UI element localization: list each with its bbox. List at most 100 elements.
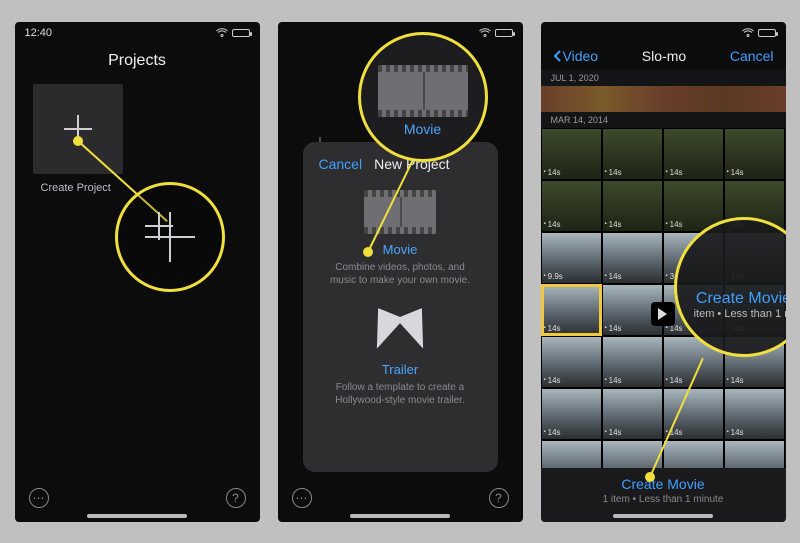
clip-thumb[interactable]: ▪14s bbox=[663, 180, 724, 232]
clip-duration: ▪14s bbox=[666, 220, 683, 229]
clip-strip[interactable] bbox=[541, 86, 786, 112]
video-icon: ▪ bbox=[544, 169, 546, 175]
clip-thumb[interactable]: ▪14s bbox=[541, 180, 602, 232]
clip-duration: ▪14s bbox=[544, 428, 561, 437]
clip-thumb[interactable]: ▪14s bbox=[602, 232, 663, 284]
question-icon: ? bbox=[495, 491, 502, 505]
wifi-icon bbox=[216, 28, 228, 37]
clip-duration: ▪14s bbox=[727, 324, 744, 333]
clip-thumb[interactable]: ▪14s bbox=[663, 388, 724, 440]
clip-grid: ▪14s▪14s▪14s▪14s▪14s▪14s▪14s▪14s▪9.9s▪14… bbox=[541, 128, 786, 492]
clip-thumb[interactable]: ▪3s bbox=[663, 232, 724, 284]
battery-icon bbox=[495, 29, 513, 37]
trailer-option[interactable]: Trailer Follow a template to create a Ho… bbox=[319, 310, 482, 408]
play-icon[interactable] bbox=[651, 302, 675, 326]
video-icon: ▪ bbox=[605, 273, 607, 279]
movie-callout-label: Movie bbox=[361, 121, 485, 137]
video-icon: ▪ bbox=[605, 429, 607, 435]
movie-option-desc: Combine videos, photos, and music to mak… bbox=[325, 261, 476, 288]
video-icon: ▪ bbox=[544, 273, 546, 279]
wifi-icon bbox=[742, 28, 754, 37]
video-icon: ▪ bbox=[605, 325, 607, 331]
screen-projects: 12:40 Projects Create Project ⋯ ? bbox=[15, 22, 260, 522]
clip-thumb[interactable]: ▪14s bbox=[541, 336, 602, 388]
video-icon: ▪ bbox=[544, 325, 546, 331]
clip-thumb[interactable]: ▪14s bbox=[602, 388, 663, 440]
clip-thumb[interactable]: ▪14s bbox=[724, 232, 785, 284]
clip-duration: ▪14s bbox=[605, 220, 622, 229]
clip-thumb[interactable]: ▪14s bbox=[541, 388, 602, 440]
help-button[interactable]: ? bbox=[226, 488, 246, 508]
create-project-label: Create Project bbox=[41, 182, 260, 194]
nav-bar: Video Slo-mo Cancel bbox=[541, 42, 786, 70]
filmstrip-icon bbox=[378, 65, 468, 117]
screen-new-project: Cancel New Project Movie Combine videos,… bbox=[278, 22, 523, 522]
wifi-icon bbox=[479, 28, 491, 37]
video-icon: ▪ bbox=[727, 429, 729, 435]
video-icon: ▪ bbox=[727, 377, 729, 383]
clip-thumb[interactable]: ▪14s bbox=[724, 336, 785, 388]
clip-thumb[interactable]: ▪14s bbox=[602, 336, 663, 388]
clip-thumb[interactable]: ▪14s bbox=[663, 128, 724, 180]
clip-duration: ▪3s bbox=[666, 272, 679, 281]
video-icon: ▪ bbox=[544, 377, 546, 383]
video-icon: ▪ bbox=[666, 273, 668, 279]
clip-thumb[interactable]: ▪14s bbox=[724, 284, 785, 336]
question-icon: ? bbox=[232, 491, 239, 505]
video-icon: ▪ bbox=[727, 325, 729, 331]
video-icon: ▪ bbox=[666, 377, 668, 383]
clip-duration: ▪14s bbox=[544, 324, 561, 333]
clip-thumb[interactable]: ▪14s bbox=[602, 128, 663, 180]
clip-duration: ▪14s bbox=[605, 324, 622, 333]
clip-duration: ▪14s bbox=[605, 168, 622, 177]
status-time: 12:40 bbox=[25, 27, 53, 39]
ellipsis-icon: ⋯ bbox=[296, 491, 308, 505]
clip-duration: ▪14s bbox=[727, 428, 744, 437]
section-header: MAR 14, 2014 bbox=[541, 112, 786, 128]
back-button[interactable]: Video bbox=[553, 48, 599, 64]
movie-option[interactable]: Movie Combine videos, photos, and music … bbox=[319, 190, 482, 288]
clip-duration: ▪9.9s bbox=[544, 272, 563, 281]
clip-duration: ▪14s bbox=[605, 272, 622, 281]
status-bar: 12:40 bbox=[15, 22, 260, 42]
battery-icon bbox=[758, 29, 776, 37]
clip-thumb[interactable]: ▪14s bbox=[724, 180, 785, 232]
clip-duration: ▪14s bbox=[727, 168, 744, 177]
clip-duration: ▪14s bbox=[666, 168, 683, 177]
section-header: JUL 1, 2020 bbox=[541, 70, 786, 86]
clip-duration: ▪14s bbox=[544, 168, 561, 177]
clip-duration: ▪14s bbox=[666, 376, 683, 385]
more-button[interactable]: ⋯ bbox=[292, 488, 312, 508]
home-indicator[interactable] bbox=[87, 514, 187, 518]
clip-thumb[interactable]: ▪9.9s bbox=[541, 232, 602, 284]
create-project-tile[interactable] bbox=[33, 84, 123, 174]
status-bar bbox=[541, 22, 786, 42]
screen-media-picker: Video Slo-mo Cancel JUL 1, 2020 MAR 14, … bbox=[541, 22, 786, 522]
video-icon: ▪ bbox=[605, 169, 607, 175]
clip-duration: ▪14s bbox=[727, 220, 744, 229]
clip-duration: ▪14s bbox=[727, 376, 744, 385]
nav-title: Slo-mo bbox=[642, 48, 686, 64]
home-indicator[interactable] bbox=[613, 514, 713, 518]
spotlight-icon bbox=[364, 310, 436, 354]
plus-callout bbox=[115, 182, 225, 292]
back-label: Video bbox=[563, 48, 599, 64]
clip-thumb[interactable]: ▪14s bbox=[724, 388, 785, 440]
video-icon: ▪ bbox=[605, 221, 607, 227]
video-icon: ▪ bbox=[666, 169, 668, 175]
video-icon: ▪ bbox=[544, 221, 546, 227]
clip-thumb[interactable]: ▪14s bbox=[602, 180, 663, 232]
cancel-button[interactable]: Cancel bbox=[730, 48, 774, 64]
clip-thumb[interactable]: ▪14s bbox=[541, 284, 602, 336]
cancel-button[interactable]: Cancel bbox=[319, 156, 363, 172]
help-button[interactable]: ? bbox=[489, 488, 509, 508]
clip-duration: ▪14s bbox=[727, 272, 744, 281]
create-movie-button[interactable]: Create Movie bbox=[541, 476, 786, 492]
home-indicator[interactable] bbox=[350, 514, 450, 518]
create-movie-sub: 1 item • Less than 1 minute bbox=[541, 494, 786, 505]
clip-thumb[interactable]: ▪14s bbox=[541, 128, 602, 180]
battery-icon bbox=[232, 29, 250, 37]
trailer-option-desc: Follow a template to create a Hollywood-… bbox=[325, 381, 476, 408]
clip-thumb[interactable]: ▪14s bbox=[724, 128, 785, 180]
more-button[interactable]: ⋯ bbox=[29, 488, 49, 508]
